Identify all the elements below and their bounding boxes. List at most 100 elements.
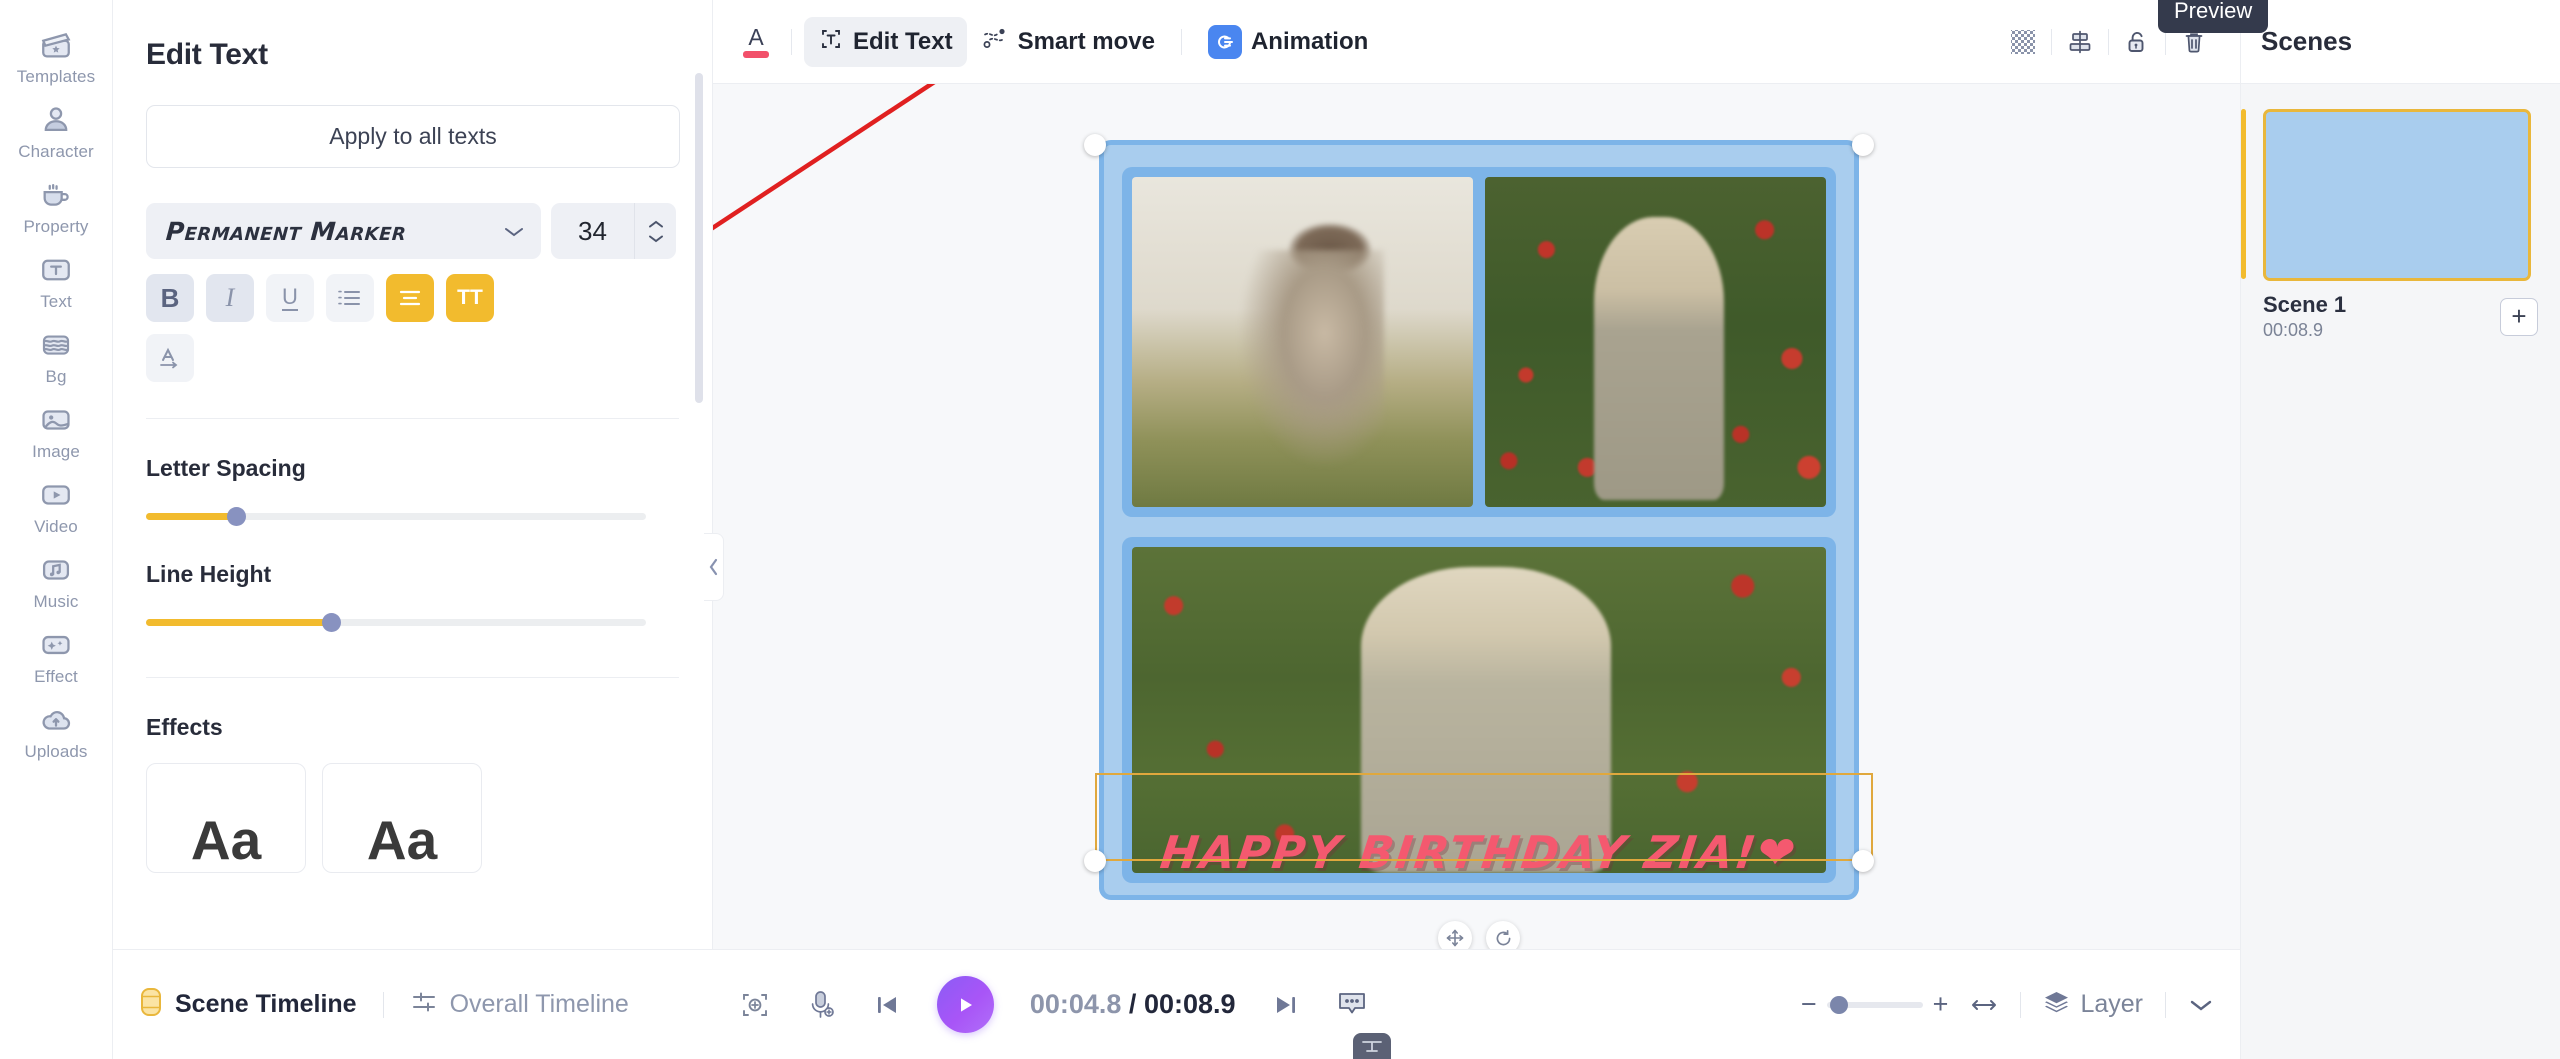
tab-label: Overall Timeline: [449, 990, 629, 1018]
microphone-icon[interactable]: [807, 989, 837, 1021]
resize-handle-bottom-left[interactable]: [1084, 850, 1106, 872]
photo-girl-braid-poppies[interactable]: [1485, 177, 1826, 507]
bold-button[interactable]: B: [146, 274, 194, 322]
text-direction-button[interactable]: [146, 334, 194, 382]
editor-root: Templates Character Property Text Bg Ima…: [0, 0, 2560, 1059]
effect-card[interactable]: Aa: [322, 763, 482, 873]
align-icon[interactable]: [2058, 20, 2102, 64]
add-keyframe-icon[interactable]: [739, 989, 771, 1021]
fit-width-icon[interactable]: [1970, 995, 1998, 1015]
skip-forward-icon[interactable]: [1272, 991, 1300, 1019]
line-height-slider[interactable]: [146, 613, 646, 632]
tab-edit-text[interactable]: Edit Text: [804, 16, 967, 67]
subtitle-icon[interactable]: [1336, 990, 1368, 1020]
zoom-in-button[interactable]: +: [1933, 991, 1949, 1018]
layer-button[interactable]: Layer: [2043, 989, 2143, 1021]
list-button[interactable]: [326, 274, 374, 322]
zoom-slider-knob[interactable]: [1829, 995, 1848, 1014]
person-icon: [37, 101, 75, 139]
divider: [146, 677, 679, 678]
italic-button[interactable]: I: [206, 274, 254, 322]
play-rect-icon: [37, 476, 75, 514]
transparency-icon[interactable]: [2001, 20, 2045, 64]
layers-wave-icon: [37, 326, 75, 364]
font-size-stepper[interactable]: 34: [551, 203, 676, 259]
timeline-text-track-handle[interactable]: [1353, 1033, 1391, 1059]
picture-icon: [37, 401, 75, 439]
zoom-slider-track[interactable]: [1826, 995, 1923, 1014]
sidebar-item-music[interactable]: Music: [0, 545, 112, 616]
playback-controls: 00:04.8 / 00:08.9: [739, 976, 1368, 1033]
scenes-header: Scenes: [2241, 0, 2560, 84]
expand-timeline-button[interactable]: [2188, 997, 2214, 1013]
slider-knob[interactable]: [227, 507, 246, 526]
tab-smart-move[interactable]: Smart move: [967, 17, 1169, 67]
scene-thumbnail[interactable]: [2263, 109, 2531, 281]
sidebar-item-property[interactable]: Property: [0, 170, 112, 241]
divider: [146, 418, 679, 419]
font-family-select[interactable]: Permanent Marker: [146, 203, 541, 259]
tab-overall-timeline[interactable]: Overall Timeline: [410, 988, 629, 1021]
clapperboard-icon: [37, 26, 75, 64]
rotate-handle[interactable]: [1486, 921, 1520, 949]
font-size-value[interactable]: 34: [551, 216, 634, 247]
layer-label: Layer: [2080, 990, 2143, 1018]
underline-button[interactable]: U: [266, 274, 314, 322]
tab-label: Animation: [1250, 27, 1369, 55]
effect-card[interactable]: Aa: [146, 763, 306, 873]
sidebar-item-uploads[interactable]: Uploads: [0, 695, 112, 766]
sidebar-item-label: Effect: [34, 667, 78, 686]
sidebar-item-video[interactable]: Video: [0, 470, 112, 541]
zoom-control[interactable]: − +: [1801, 991, 1949, 1018]
tab-label: Edit Text: [853, 27, 953, 55]
divider: [382, 991, 384, 1018]
cup-icon: [37, 176, 75, 214]
font-size-arrows[interactable]: [634, 203, 676, 259]
photo-mother-and-child[interactable]: [1132, 177, 1473, 507]
sidebar-item-image[interactable]: Image: [0, 395, 112, 466]
effects-grid: Aa Aa: [146, 763, 712, 873]
timeline-right-controls: − + Layer: [1801, 989, 2214, 1021]
resize-handle-top-right[interactable]: [1852, 134, 1874, 156]
sidebar-item-bg[interactable]: Bg: [0, 320, 112, 391]
collapse-panel-button[interactable]: [704, 533, 724, 601]
tab-label: Smart move: [1017, 27, 1155, 55]
format-buttons-row-2: [146, 334, 686, 382]
add-scene-button[interactable]: +: [2500, 297, 2538, 336]
skip-back-icon[interactable]: [873, 991, 901, 1019]
design-stage[interactable]: HAPPY BIRTHDAY ZIA!❤: [1084, 134, 1874, 949]
sidebar-item-text[interactable]: Text: [0, 245, 112, 316]
music-note-icon: [37, 551, 75, 589]
move-handle[interactable]: [1438, 921, 1472, 949]
birthday-text[interactable]: HAPPY BIRTHDAY ZIA!❤: [1101, 826, 1858, 879]
photo-frame-top[interactable]: [1122, 167, 1836, 517]
sidebar-item-templates[interactable]: Templates: [0, 20, 112, 91]
panel-scrollbar[interactable]: [695, 73, 703, 403]
divider: [2020, 991, 2022, 1018]
tab-scene-timeline[interactable]: Scene Timeline: [139, 987, 357, 1022]
slider-fill: [146, 513, 236, 520]
apply-to-all-texts-button[interactable]: Apply to all texts: [146, 105, 680, 168]
align-center-button[interactable]: [386, 274, 434, 322]
canvas-area[interactable]: HAPPY BIRTHDAY ZIA!❤: [713, 84, 2240, 949]
text-color-button[interactable]: A: [733, 18, 779, 65]
zoom-out-button[interactable]: −: [1801, 991, 1817, 1018]
play-button[interactable]: [936, 976, 994, 1033]
slider-knob[interactable]: [322, 613, 341, 632]
sidebar-item-effect[interactable]: Effect: [0, 620, 112, 691]
chevron-down-icon: [503, 225, 525, 238]
text-case-button[interactable]: TT: [446, 274, 494, 322]
animation-icon: [1207, 24, 1242, 59]
sidebar-item-character[interactable]: Character: [0, 95, 112, 166]
letter-spacing-slider[interactable]: [146, 507, 646, 526]
resize-handle-top-left[interactable]: [1084, 134, 1106, 156]
current-time: 00:04.8: [1029, 989, 1122, 1019]
active-scene-indicator: [2241, 109, 2246, 279]
photo-child-poppy-field[interactable]: [1132, 547, 1826, 873]
resize-handle-bottom-right[interactable]: [1852, 850, 1874, 872]
divider: [2051, 28, 2052, 55]
unlock-icon[interactable]: [2115, 20, 2159, 64]
font-family-value: Permanent Marker: [164, 216, 408, 246]
scene-timeline-icon: [139, 987, 163, 1022]
tab-animation[interactable]: Animation: [1194, 17, 1382, 67]
